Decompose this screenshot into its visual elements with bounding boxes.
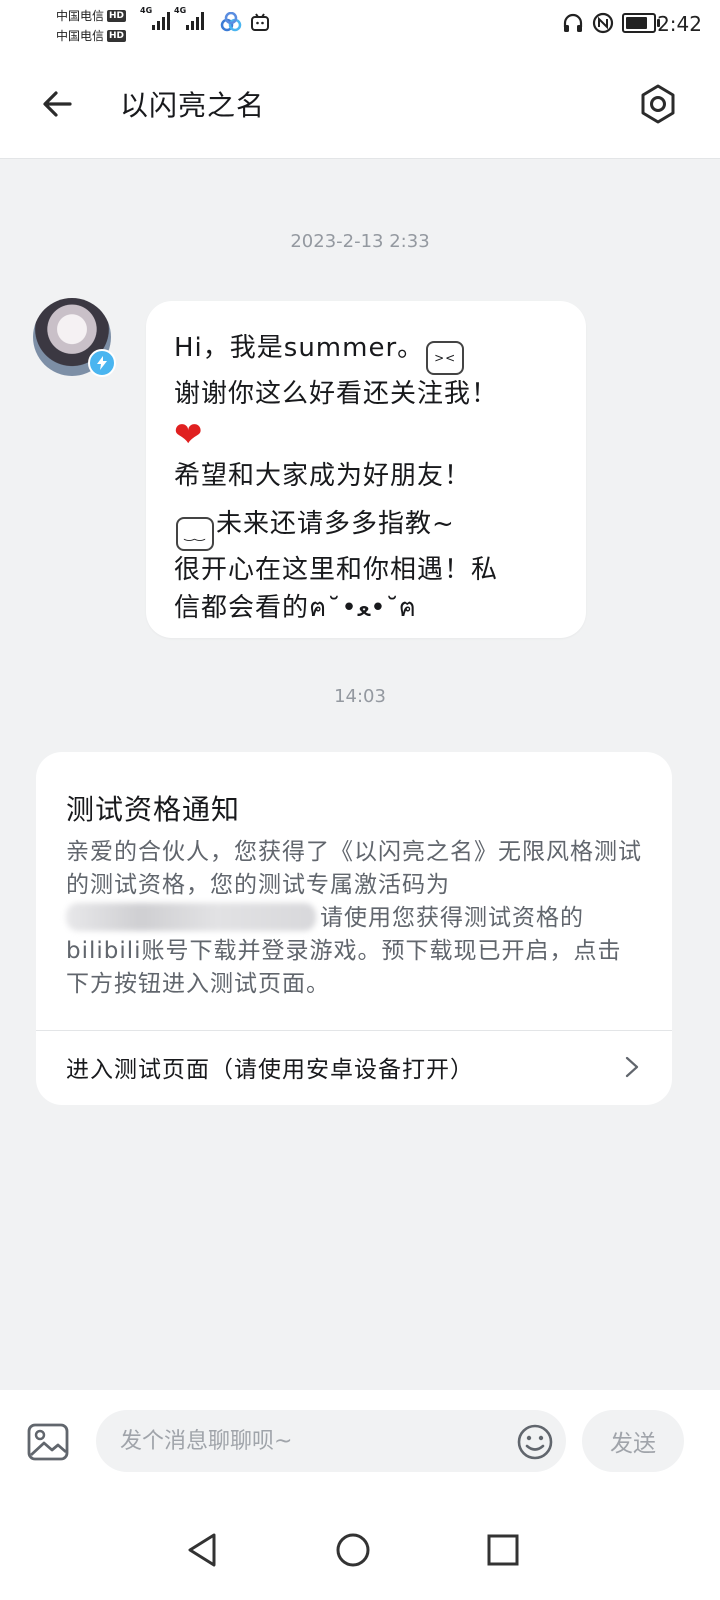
nfc-icon (592, 12, 614, 34)
hd-badge-2: HD (107, 30, 127, 42)
verified-badge-icon (88, 349, 116, 377)
network-type-1: 4G (140, 6, 153, 15)
notice-body: 亲爱的合伙人，您获得了《以闪亮之名》无限风格测试的测试资格，您的测试专属激活码为… (66, 836, 644, 1001)
bilibili-tv-emoji-icon: >< (426, 341, 465, 375)
bilibili-tv-emoji-icon: ‿‿ (176, 517, 214, 551)
status-bar: 中国电信 HD 中国电信 HD 4G 4G 2:42 (0, 0, 720, 54)
message-composer: 发送 (0, 1390, 720, 1502)
carrier-1: 中国电信 (56, 9, 105, 23)
notice-body-text: 亲爱的合伙人，您获得了《以闪亮之名》无限风格测试的测试资格，您的测试专属激活码为 (66, 839, 642, 898)
send-button[interactable]: 发送 (582, 1410, 684, 1472)
carrier-info: 中国电信 HD 中国电信 HD (56, 6, 127, 46)
network-type-2: 4G (174, 6, 187, 15)
notification-icons (220, 12, 270, 32)
back-button[interactable] (34, 80, 82, 128)
message-text: Hi，我是summer。 >< 谢谢你这么好看还关注我！ ❤ 希望和大家成为好朋友… (174, 329, 562, 627)
status-right-icons (562, 12, 660, 34)
settings-button[interactable] (634, 80, 682, 128)
system-nav-bar (0, 1502, 720, 1600)
chevron-right-icon[interactable] (620, 1052, 644, 1082)
message-line: 很开心在这里和你相遇！私 (174, 555, 499, 585)
headphones-icon (563, 13, 583, 32)
enter-test-page-link[interactable]: 进入测试页面（请使用安卓设备打开） (66, 1050, 474, 1084)
signal-icon: 4G (174, 6, 204, 30)
image-icon[interactable] (26, 1420, 70, 1464)
cloud-app-icon (220, 12, 242, 32)
square-recents-icon (487, 1534, 519, 1566)
message-line: 希望和大家成为好朋友！ (174, 461, 472, 491)
gear-icon (641, 84, 675, 124)
notice-timestamp: 14:03 (334, 686, 386, 707)
divider (36, 1030, 672, 1031)
status-time: 2:42 (657, 12, 702, 36)
signal-indicators: 4G 4G (140, 6, 204, 30)
arrow-left-icon (43, 91, 72, 117)
heart-emoji-icon: ❤ (174, 415, 204, 455)
circle-home-icon (336, 1533, 370, 1567)
bilibili-icon (251, 13, 269, 31)
lightning-icon (97, 356, 107, 370)
emoji-icon[interactable] (516, 1423, 554, 1461)
redacted-activation-code (66, 903, 316, 931)
chat-header: 以闪亮之名 (0, 54, 720, 159)
notice-title: 测试资格通知 (66, 793, 241, 826)
message-input[interactable] (96, 1410, 566, 1472)
page-title: 以闪亮之名 (120, 89, 266, 122)
nav-back-button[interactable] (180, 1528, 224, 1572)
message-line: Hi，我是summer。 (174, 333, 425, 363)
hd-badge-1: HD (107, 10, 127, 22)
nav-recents-button[interactable] (481, 1528, 525, 1572)
message-bubble[interactable]: Hi，我是summer。 >< 谢谢你这么好看还关注我！ ❤ 希望和大家成为好朋友… (146, 301, 586, 638)
signal-icon: 4G (140, 6, 170, 30)
nav-home-button[interactable] (331, 1528, 375, 1572)
carrier-2: 中国电信 (56, 29, 105, 43)
message-line: 未来还请多多指教~ (216, 509, 455, 539)
notice-card: 测试资格通知 亲爱的合伙人，您获得了《以闪亮之名》无限风格测试的测试资格，您的测… (36, 752, 672, 1105)
message-timestamp: 2023-2-13 2:33 (290, 231, 430, 252)
triangle-back-icon (188, 1533, 216, 1567)
battery-icon (622, 13, 660, 33)
message-line: 信都会看的ฅ˘•ﻌ•˘ฅ (174, 593, 418, 623)
message-line: 谢谢你这么好看还关注我！ (174, 379, 499, 409)
